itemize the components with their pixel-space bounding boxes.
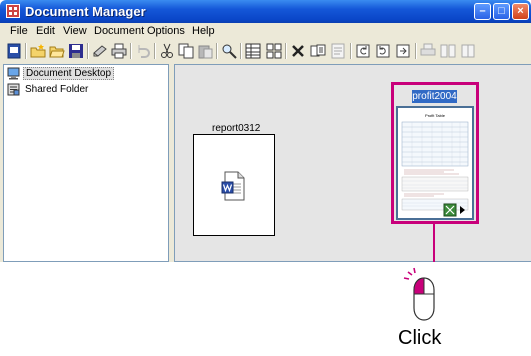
paste-icon[interactable]: [197, 43, 213, 59]
tree-item-label: Shared Folder: [25, 84, 89, 95]
menu-options[interactable]: Options: [147, 25, 185, 37]
print-icon[interactable]: [111, 43, 127, 59]
print-preview-icon[interactable]: [420, 43, 436, 59]
menu-bar: File Edit View Document Options Help: [0, 23, 531, 40]
rotate-right-icon[interactable]: [375, 43, 391, 59]
menu-document[interactable]: Document: [94, 25, 144, 37]
maximize-icon: □: [498, 5, 505, 17]
split-icon[interactable]: [440, 43, 456, 59]
folder-tree: Document Desktop Shared Folder: [3, 64, 169, 262]
find-icon[interactable]: [221, 43, 237, 59]
undo-icon[interactable]: [135, 43, 151, 59]
rotate-180-icon[interactable]: [395, 43, 411, 59]
thumbnail-view-icon[interactable]: [266, 43, 282, 59]
toolbar-separator: [130, 43, 132, 59]
callout-line: [433, 224, 435, 262]
new-desktop-icon[interactable]: [6, 43, 22, 59]
open-folder-icon[interactable]: [49, 43, 65, 59]
menu-edit[interactable]: Edit: [36, 25, 55, 37]
menu-file[interactable]: File: [10, 25, 28, 37]
title-bar: Document Manager – □ ×: [0, 0, 531, 23]
new-folder-icon[interactable]: [30, 43, 46, 59]
document-name-report0312: report0312: [212, 123, 261, 134]
properties-icon[interactable]: [330, 43, 346, 59]
scan-icon[interactable]: [92, 43, 108, 59]
document-thumbnail-profit2004[interactable]: Profit Table: [396, 106, 474, 220]
close-icon: ×: [517, 5, 524, 17]
rotate-left-icon[interactable]: [355, 43, 371, 59]
document-thumbnail-report0312[interactable]: [193, 134, 275, 236]
spreadsheet-preview: Profit Table: [398, 108, 472, 218]
menu-view[interactable]: View: [63, 25, 87, 37]
close-button[interactable]: ×: [512, 3, 529, 20]
menu-help[interactable]: Help: [192, 25, 215, 37]
merge-icon[interactable]: [460, 43, 476, 59]
maximize-button[interactable]: □: [493, 3, 510, 20]
toolbar-separator: [87, 43, 89, 59]
document-name-profit2004: profit2004: [412, 90, 457, 103]
window-title: Document Manager: [25, 4, 146, 19]
minimize-icon: –: [479, 5, 486, 17]
shared-folder-icon: [7, 83, 20, 96]
preview-title: Profit Table: [425, 113, 446, 118]
toolbar-separator: [350, 43, 352, 59]
app-icon: [6, 4, 20, 18]
toolbar-separator: [216, 43, 218, 59]
toolbar: [0, 40, 531, 63]
click-label: Click: [398, 327, 442, 349]
desktop-icon: [7, 67, 20, 80]
delete-icon[interactable]: [290, 43, 306, 59]
tree-item-label: Document Desktop: [23, 67, 115, 80]
minimize-button[interactable]: –: [474, 3, 491, 20]
word-document-icon: [221, 171, 245, 201]
toolbar-separator: [240, 43, 242, 59]
duplicate-icon[interactable]: [310, 43, 326, 59]
toolbar-separator: [154, 43, 156, 59]
copy-icon[interactable]: [178, 43, 194, 59]
details-view-icon[interactable]: [245, 43, 261, 59]
toolbar-separator: [415, 43, 417, 59]
toolbar-separator: [25, 43, 27, 59]
mouse-click-icon: [403, 267, 435, 321]
app-window: Document Manager – □ × File Edit View Do…: [0, 0, 531, 262]
toolbar-separator: [285, 43, 287, 59]
save-icon[interactable]: [68, 43, 84, 59]
cut-icon[interactable]: [159, 43, 175, 59]
